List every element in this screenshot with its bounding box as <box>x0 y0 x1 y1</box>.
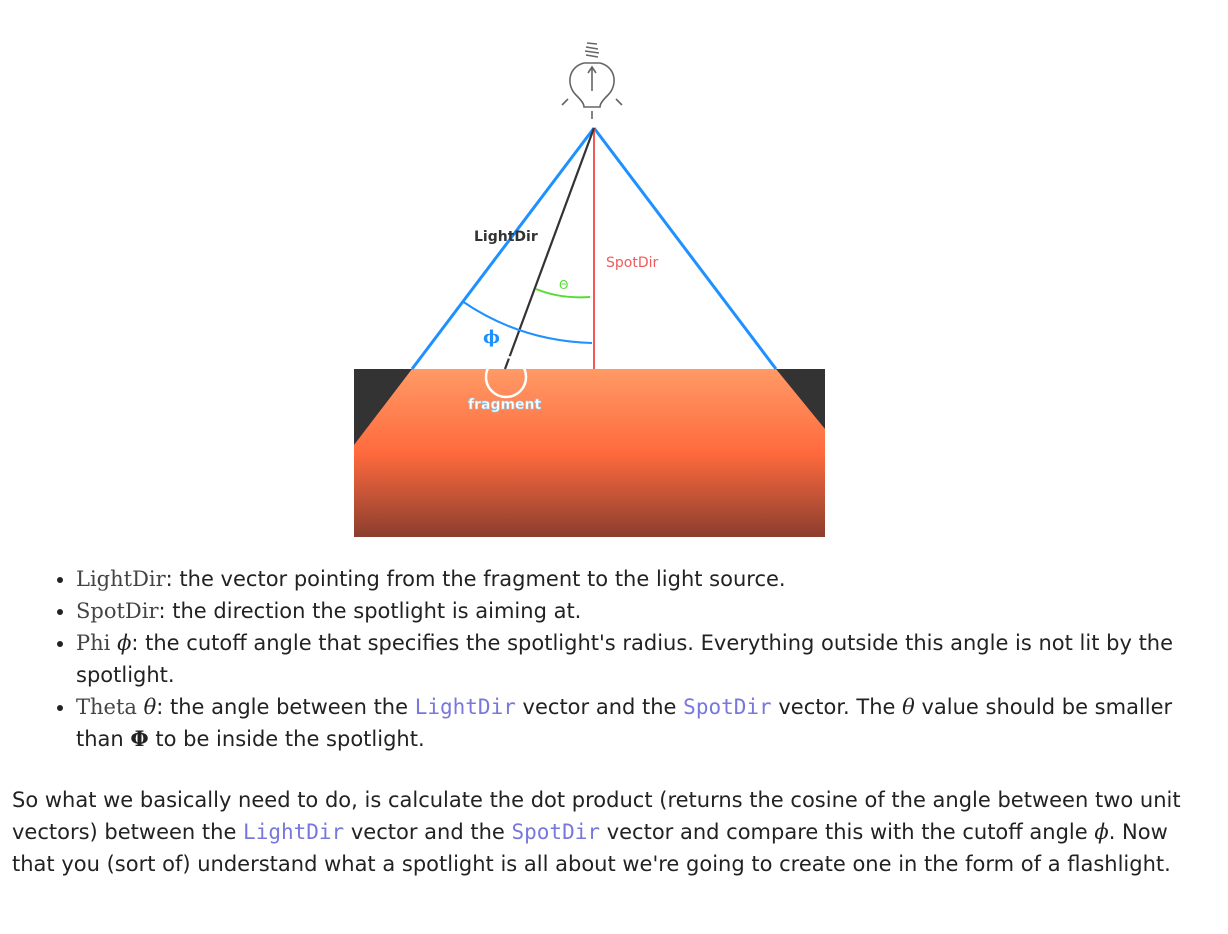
theta-label: Θ <box>559 278 568 292</box>
phi-label: ϕ <box>483 327 500 348</box>
desc-theta-5: to be inside the spotlight. <box>148 727 425 751</box>
term-theta: Theta <box>76 695 137 719</box>
light-dir-label: LightDir <box>474 229 538 245</box>
desc-theta-1: : the angle between the <box>156 695 415 719</box>
desc-theta-2: vector and the <box>515 695 684 719</box>
list-item-spotdir: SpotDir: the direction the spotlight is … <box>76 595 1226 627</box>
cone-edge-right <box>592 127 778 370</box>
theta-symbol: θ <box>143 695 157 719</box>
list-item-lightdir: LightDir: the vector pointing from the f… <box>76 563 1226 595</box>
desc-phi: : the cutoff angle that specifies the sp… <box>76 631 1174 687</box>
spotlight-diagram: LightDir SpotDir Θ ϕ fragment <box>354 42 825 537</box>
desc-theta-3: vector. The <box>771 695 903 719</box>
list-item-phi: Phi ϕ: the cutoff angle that specifies t… <box>76 627 1226 691</box>
definition-list: LightDir: the vector pointing from the f… <box>42 563 1226 755</box>
para-text-3: vector and compare this with the cutoff … <box>600 820 1095 844</box>
para-phi-symbol: ϕ <box>1094 820 1109 844</box>
theta-symbol-2: θ <box>902 695 915 719</box>
light-bulb-icon <box>561 42 623 119</box>
para-code-lightdir: LightDir <box>243 820 345 844</box>
code-spotdir: SpotDir <box>683 695 772 719</box>
desc-spotdir: : the direction the spotlight is aiming … <box>158 599 582 623</box>
term-spotdir: SpotDir <box>76 599 159 623</box>
phi-upper-symbol: Φ <box>130 726 149 751</box>
spot-dir-label: SpotDir <box>606 255 658 271</box>
term-lightdir: LightDir <box>76 567 166 591</box>
desc-lightdir: : the vector pointing from the fragment … <box>165 567 786 591</box>
cone-edge-left <box>410 127 596 370</box>
phi-symbol: ϕ <box>117 631 132 655</box>
fragment-label: fragment <box>468 397 542 413</box>
code-lightdir: LightDir <box>414 695 516 719</box>
light-dir-line <box>503 127 596 370</box>
para-text-2: vector and the <box>344 820 512 844</box>
term-phi: Phi <box>76 631 111 655</box>
page: LightDir SpotDir Θ ϕ fragment LightDir: … <box>0 0 1228 934</box>
para-code-spotdir: SpotDir <box>511 820 601 844</box>
list-item-theta: Theta θ: the angle between the LightDir … <box>76 691 1226 755</box>
explanation-paragraph: So what we basically need to do, is calc… <box>12 784 1217 880</box>
lit-surface <box>354 369 825 537</box>
